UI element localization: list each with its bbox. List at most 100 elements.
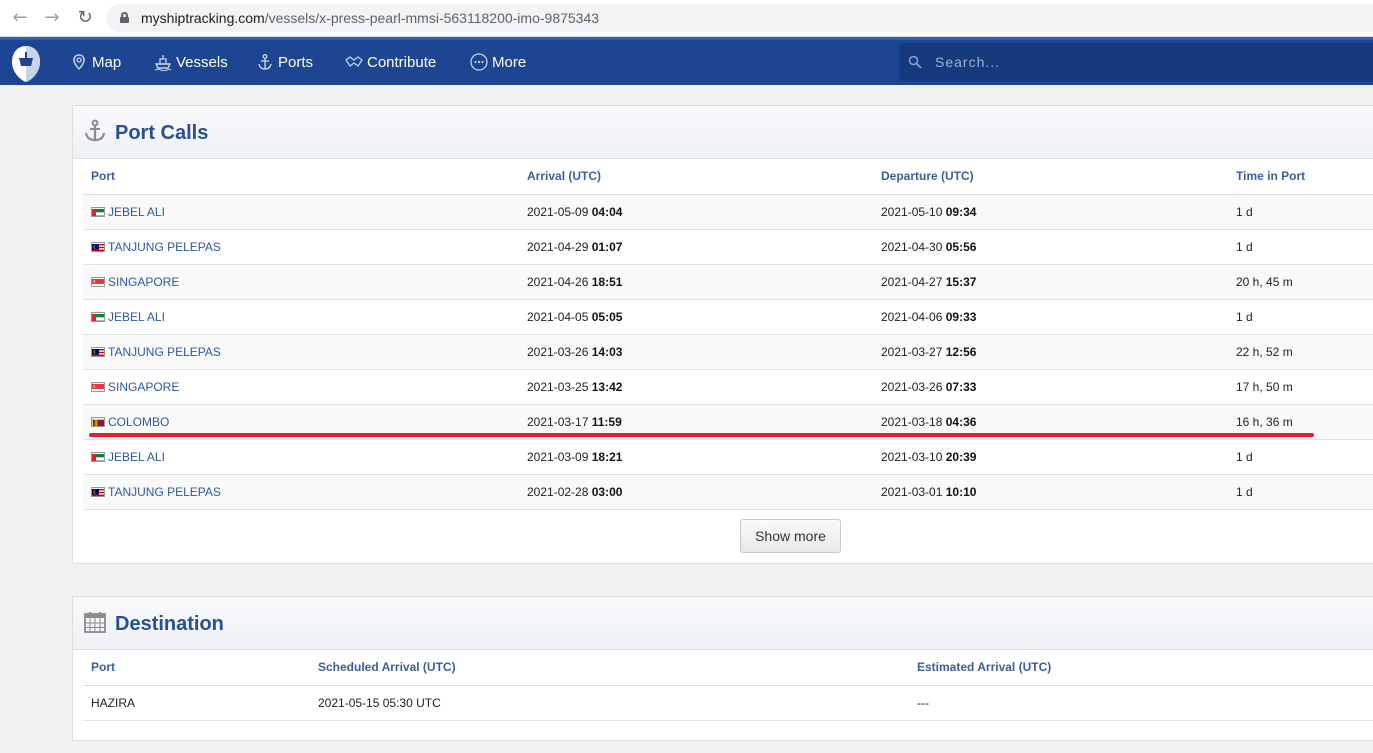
departure-date: 2021-03-10 <box>881 449 943 464</box>
time-in-port-cell: 1 d <box>1228 474 1373 510</box>
forward-arrow-icon[interactable]: → <box>40 7 64 29</box>
country-flag-icon <box>91 311 105 322</box>
search-input[interactable] <box>935 52 1335 72</box>
arrival-time: 14:03 <box>591 344 623 359</box>
departure-time: 15:37 <box>945 274 977 289</box>
time-in-port-cell: 1 d <box>1228 439 1373 475</box>
reload-icon[interactable]: ↻ <box>73 7 97 29</box>
departure-time: 09:33 <box>945 309 977 324</box>
destination-table: Port Scheduled Arrival (UTC) Estimated A… <box>83 650 1373 721</box>
arrival-cell: 2021-04-29 01:07 <box>519 229 873 265</box>
arrival-time: 13:42 <box>591 379 623 394</box>
arrival-date: 2021-03-25 <box>527 379 589 394</box>
destination-header: Destination <box>73 597 1373 650</box>
departure-cell: 2021-03-10 20:39 <box>873 439 1228 475</box>
departure-cell: 2021-04-27 15:37 <box>873 264 1228 300</box>
destination-port: HAZIRA <box>83 685 310 721</box>
url-text[interactable]: myshiptracking.com/vessels/x-press-pearl… <box>141 10 599 26</box>
estimated-arrival: --- <box>909 685 1373 721</box>
column-header-port[interactable]: Port <box>83 159 519 195</box>
departure-time: 05:56 <box>945 239 977 254</box>
column-header-departure[interactable]: Departure (UTC) <box>873 159 1228 195</box>
departure-cell: 2021-03-27 12:56 <box>873 334 1228 370</box>
arrival-date: 2021-03-09 <box>527 449 589 464</box>
arrival-time: 18:51 <box>591 274 623 289</box>
address-bar[interactable]: myshiptracking.com/vessels/x-press-pearl… <box>106 4 1373 32</box>
ship-icon <box>154 55 172 71</box>
table-header-row: Port Scheduled Arrival (UTC) Estimated A… <box>83 650 1373 686</box>
column-header-estimated-arrival: Estimated Arrival (UTC) <box>909 650 1373 686</box>
country-flag-icon <box>91 381 105 392</box>
departure-date: 2021-04-27 <box>881 274 943 289</box>
port-calls-title: Port Calls <box>115 122 209 144</box>
time-in-port-cell: 1 d <box>1228 229 1373 265</box>
arrival-cell: 2021-05-09 04:04 <box>519 194 873 230</box>
table-row: SINGAPORE 2021-04-26 18:51 2021-04-27 15:3… <box>83 264 1373 300</box>
arrival-cell: 2021-04-26 18:51 <box>519 264 873 300</box>
anchor-icon <box>258 54 272 70</box>
show-more-button[interactable]: Show more <box>740 519 841 553</box>
departure-time: 20:39 <box>945 449 977 464</box>
nav-contribute[interactable]: Contribute <box>345 52 436 74</box>
anchor-icon <box>84 119 106 142</box>
arrival-cell: 2021-03-09 18:21 <box>519 439 873 475</box>
search-icon <box>908 55 922 69</box>
arrival-cell: 2021-04-05 05:05 <box>519 299 873 335</box>
nav-vessels[interactable]: Vessels <box>154 52 228 74</box>
port-link[interactable]: SINGAPORE <box>108 275 179 289</box>
time-in-port-cell: 17 h, 50 m <box>1228 369 1373 405</box>
column-header-arrival[interactable]: Arrival (UTC) <box>519 159 873 195</box>
port-calls-table: Port Arrival (UTC) Departure (UTC) Time … <box>83 159 1373 510</box>
departure-time: 12:56 <box>945 344 977 359</box>
lock-icon <box>120 12 129 23</box>
country-flag-icon <box>91 451 105 462</box>
arrival-time: 01:07 <box>591 239 623 254</box>
port-link[interactable]: COLOMBO <box>108 415 169 429</box>
departure-cell: 2021-04-30 05:56 <box>873 229 1228 265</box>
arrival-time: 03:00 <box>591 484 623 499</box>
departure-date: 2021-03-18 <box>881 414 943 429</box>
arrival-date: 2021-04-05 <box>527 309 589 324</box>
port-cell: JEBEL ALI <box>83 439 519 475</box>
column-header-port: Port <box>83 650 310 686</box>
site-logo-icon[interactable] <box>8 44 44 84</box>
arrival-time: 04:04 <box>591 204 623 219</box>
arrival-date: 2021-03-17 <box>527 414 589 429</box>
departure-cell: 2021-03-01 10:10 <box>873 474 1228 510</box>
table-header-row: Port Arrival (UTC) Departure (UTC) Time … <box>83 159 1373 195</box>
table-row: TANJUNG PELEPAS 2021-02-28 03:00 2021-03-0… <box>83 474 1373 510</box>
table-row: JEBEL ALI 2021-05-09 04:04 2021-05-10 09:3… <box>83 194 1373 230</box>
nav-more[interactable]: More <box>470 52 526 74</box>
nav-ports[interactable]: Ports <box>256 52 313 74</box>
table-row: SINGAPORE 2021-03-25 13:42 2021-03-26 07:3… <box>83 369 1373 405</box>
port-link[interactable]: JEBEL ALI <box>108 310 165 324</box>
country-flag-icon <box>91 346 105 357</box>
port-cell: TANJUNG PELEPAS <box>83 229 519 265</box>
country-flag-icon <box>91 416 105 427</box>
port-link[interactable]: SINGAPORE <box>108 380 179 394</box>
search-box <box>899 43 1373 81</box>
nav-map[interactable]: Map <box>70 52 121 74</box>
port-link[interactable]: TANJUNG PELEPAS <box>108 485 221 499</box>
port-link[interactable]: JEBEL ALI <box>108 450 165 464</box>
port-link[interactable]: JEBEL ALI <box>108 205 165 219</box>
arrival-date: 2021-05-09 <box>527 204 589 219</box>
port-link[interactable]: TANJUNG PELEPAS <box>108 240 221 254</box>
port-link[interactable]: TANJUNG PELEPAS <box>108 345 221 359</box>
column-header-time-in-port[interactable]: Time in Port <box>1228 159 1373 195</box>
table-row: JEBEL ALI 2021-03-09 18:21 2021-03-10 20:3… <box>83 439 1373 475</box>
table-row: HAZIRA 2021-05-15 05:30 UTC --- <box>83 685 1373 721</box>
arrival-cell: 2021-03-25 13:42 <box>519 369 873 405</box>
port-cell: JEBEL ALI <box>83 194 519 230</box>
departure-cell: 2021-03-26 07:33 <box>873 369 1228 405</box>
arrival-cell: 2021-02-28 03:00 <box>519 474 873 510</box>
time-in-port-cell: 20 h, 45 m <box>1228 264 1373 300</box>
red-underline-annotation <box>89 433 1314 437</box>
browser-toolbar: ← → ↻ myshiptracking.com/vessels/x-press… <box>0 0 1373 37</box>
back-arrow-icon[interactable]: ← <box>8 7 32 29</box>
departure-time: 09:34 <box>945 204 977 219</box>
port-cell: SINGAPORE <box>83 264 519 300</box>
site-navbar: Map Vessels Ports Contribute More <box>0 37 1373 85</box>
scheduled-arrival: 2021-05-15 05:30 UTC <box>310 685 909 721</box>
departure-date: 2021-03-27 <box>881 344 943 359</box>
